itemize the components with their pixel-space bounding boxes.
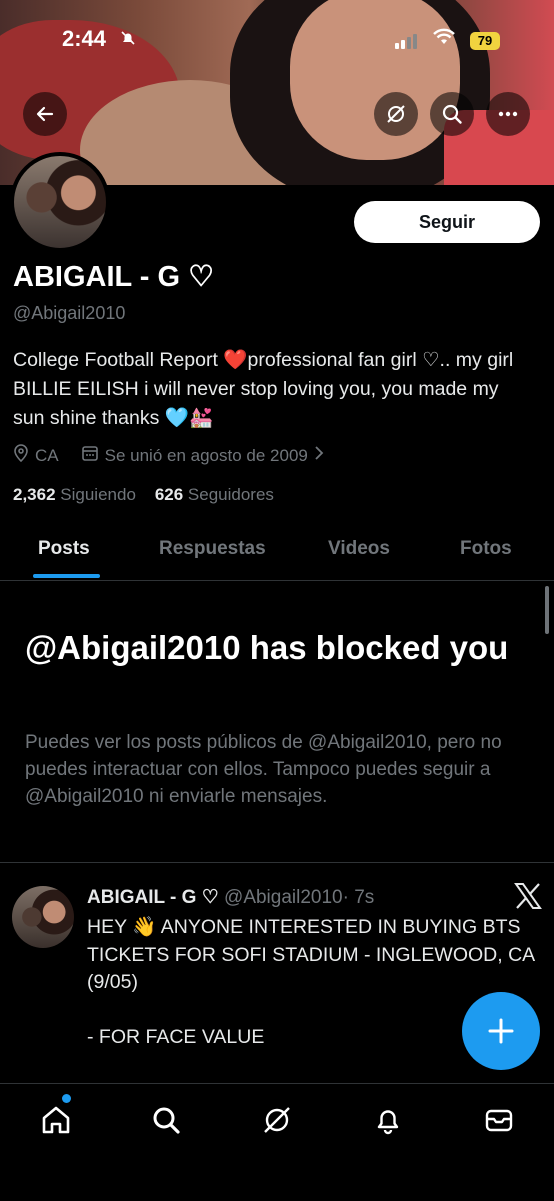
search-button[interactable]: [430, 92, 474, 136]
profile-joined[interactable]: Se unió en agosto de 2009: [105, 446, 308, 466]
tweet-author-handle: @Abigail2010: [224, 887, 343, 908]
tab-videos[interactable]: Videos: [328, 538, 390, 560]
grok-icon: [264, 1107, 290, 1133]
tweet-author-name[interactable]: ABIGAIL - G ♡: [87, 887, 219, 908]
more-button[interactable]: [486, 92, 530, 136]
grok-button[interactable]: [374, 92, 418, 136]
back-button[interactable]: [23, 92, 67, 136]
following-count: 2,362: [13, 485, 56, 504]
profile-avatar[interactable]: [10, 152, 110, 252]
tweet-header: ABIGAIL - G ♡ @Abigail2010· 7s: [87, 886, 374, 909]
home-notification-dot: [62, 1094, 71, 1103]
bell-icon: [377, 1110, 399, 1135]
status-time: 2:44: [62, 26, 107, 51]
tweet-time: · 7s: [342, 887, 375, 908]
blocked-description: Puedes ver los posts públicos de @Abigai…: [25, 732, 502, 807]
blocked-title: @Abigail2010 has blocked you: [25, 629, 509, 666]
more-icon: [498, 111, 518, 117]
nav-grok[interactable]: [257, 1100, 297, 1140]
followers-label: Seguidores: [187, 485, 274, 504]
compose-button[interactable]: [462, 992, 540, 1070]
following-link[interactable]: 2,362 Siguiendo: [13, 485, 136, 504]
grok-icon: [387, 105, 405, 123]
follow-stats: 2,362 Siguiendo 626 Seguidores: [13, 485, 274, 505]
signal-icon: [395, 34, 417, 49]
followers-link[interactable]: 626 Seguidores: [155, 485, 274, 504]
plus-icon: [488, 1018, 514, 1044]
divider: [0, 862, 554, 863]
calendar-icon: [81, 444, 99, 467]
tweet-text[interactable]: HEY 👋 ANYONE INTERESTED IN BUYING BTS TI…: [87, 914, 537, 1084]
profile-location: CA: [35, 445, 59, 465]
profile-bio: College Football Report ❤️professional f…: [13, 349, 514, 429]
chevron-right-icon[interactable]: [314, 445, 324, 466]
profile-name: ABIGAIL - G ♡: [13, 261, 215, 293]
silent-bell-icon: [120, 30, 136, 51]
location-icon: [13, 444, 29, 467]
tab-respuestas[interactable]: Respuestas: [159, 538, 266, 560]
following-label: Siguiendo: [60, 485, 136, 504]
mail-icon: [485, 1109, 513, 1132]
profile-meta: CA Se unió en agosto de 2009: [13, 444, 330, 467]
tab-posts[interactable]: Posts: [38, 538, 90, 560]
x-logo-icon: [514, 883, 542, 916]
nav-notifications[interactable]: [368, 1100, 408, 1140]
banner-face-right: [290, 0, 460, 160]
profile-handle: @Abigail2010: [13, 303, 126, 323]
tab-fotos[interactable]: Fotos: [460, 538, 512, 560]
tweet-avatar[interactable]: [12, 886, 74, 948]
status-bar: 2:44 79: [0, 26, 554, 56]
search-icon: [442, 104, 462, 124]
nav-messages[interactable]: [479, 1100, 519, 1140]
search-icon: [153, 1107, 180, 1134]
nav-home[interactable]: [36, 1100, 76, 1140]
bottom-nav: [0, 1083, 554, 1201]
profile-tabs: Posts Respuestas Videos Fotos: [0, 520, 554, 581]
followers-count: 626: [154, 485, 184, 504]
nav-search[interactable]: [146, 1100, 186, 1140]
home-icon: [42, 1106, 70, 1134]
follow-button[interactable]: Seguir: [354, 201, 540, 243]
scrollbar[interactable]: [545, 586, 549, 634]
active-tab-indicator: [33, 574, 100, 578]
arrow-left-icon: [36, 106, 54, 122]
wifi-icon: [433, 28, 455, 52]
battery-indicator: 79: [470, 32, 500, 50]
